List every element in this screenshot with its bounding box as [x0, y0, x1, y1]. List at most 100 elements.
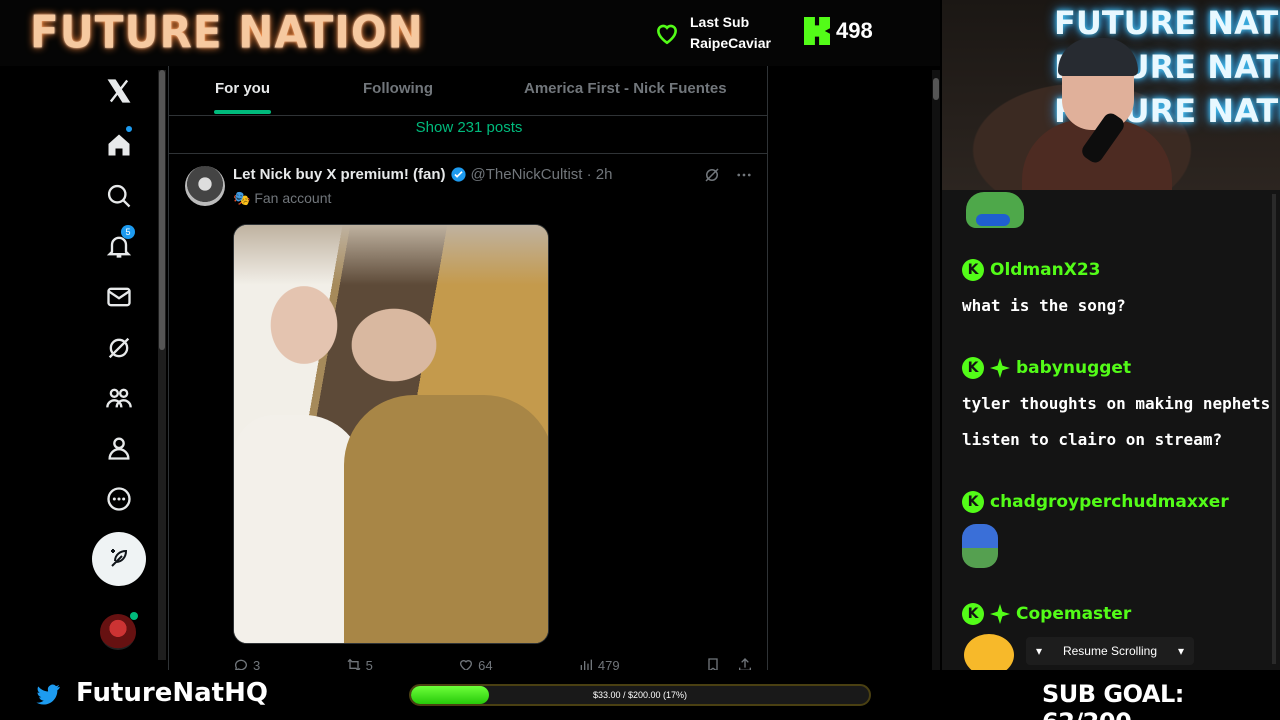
home-unread-dot	[126, 126, 132, 132]
tweet-top-actions	[703, 166, 753, 184]
notification-count-badge: 5	[121, 225, 135, 239]
tweet-video[interactable]	[233, 224, 549, 644]
more-dots-icon[interactable]	[735, 166, 753, 184]
heart-icon	[460, 660, 473, 670]
chevron-down-icon: ▾	[1036, 644, 1043, 658]
resume-scrolling-label: Resume Scrolling	[1062, 644, 1158, 658]
kick-badge-icon: K	[962, 259, 984, 281]
streamer	[1022, 38, 1172, 190]
tweet[interactable]: Let Nick buy X premium! (fan) @TheNickCu…	[169, 154, 767, 670]
nav-profile[interactable]	[90, 426, 148, 470]
last-sub-widget: Last Sub RaipeCaviar	[654, 12, 771, 54]
chat-scrollbar[interactable]	[1272, 194, 1276, 664]
follower-counter: 498	[804, 17, 873, 45]
timeline-tabs: For you Following America First - Nick F…	[169, 66, 767, 116]
repost-button[interactable]: 5	[346, 657, 373, 670]
tab-following[interactable]: Following	[363, 66, 433, 116]
sparkle-badge-icon	[990, 604, 1010, 624]
tweet-share-actions	[705, 657, 753, 670]
follower-count: 498	[836, 18, 873, 43]
donation-goal-text: $33.00 / $200.00 (17%)	[592, 690, 688, 700]
chat-username[interactable]: chadgroyperchudmaxxer	[990, 492, 1229, 512]
resume-scrolling-button[interactable]: ▾ Resume Scrolling ▾	[1026, 637, 1194, 665]
last-sub-name: RaipeCaviar	[690, 35, 771, 51]
chat-text: what is the song?	[962, 296, 1126, 315]
grok-icon	[108, 337, 130, 359]
views-chart-icon	[580, 659, 592, 670]
reply-button[interactable]: 3	[233, 657, 260, 670]
nav-explore[interactable]	[90, 174, 148, 218]
chat-text: listen to clairo on stream?	[962, 430, 1223, 449]
compose-post-button[interactable]	[92, 532, 146, 586]
timeline: For you Following America First - Nick F…	[168, 66, 768, 670]
bookmark-icon[interactable]	[705, 657, 721, 670]
tweet-stats: 3 5 64 479	[233, 657, 753, 670]
tweet-author-name[interactable]: Let Nick buy X premium! (fan)	[233, 166, 446, 183]
nav-messages[interactable]	[90, 275, 148, 319]
chat-username[interactable]: Copemaster	[1016, 604, 1131, 624]
sparkle-badge-icon	[990, 358, 1010, 378]
x-app-window: 5 For you Following America First - Nick…	[0, 66, 940, 670]
nav-home[interactable]	[90, 123, 148, 167]
tab-for-you[interactable]: For you	[215, 66, 270, 116]
search-icon	[107, 184, 131, 208]
tweet-account-label: 🎭 Fan account	[233, 190, 332, 206]
donation-goal-bar: $33.00 / $200.00 (17%)	[409, 684, 871, 706]
nav-communities[interactable]	[90, 376, 148, 420]
tweet-header: Let Nick buy X premium! (fan) @TheNickCu…	[233, 166, 612, 183]
chat-message: K OldmanX23 what is the song?	[962, 256, 1126, 324]
communities-icon	[106, 388, 132, 408]
nav-more[interactable]	[90, 477, 148, 521]
stream-bottom-bar: FutureNatHQ $33.00 / $200.00 (17%) SUB G…	[0, 670, 1280, 720]
nav-notifications[interactable]: 5	[90, 224, 148, 268]
sub-goal-text: SUB GOAL: 62/200	[1042, 680, 1184, 720]
stream-top-banner: FUTURE NATION Last Sub RaipeCaviar 498	[0, 0, 940, 66]
chat-username[interactable]: babynugget	[1016, 358, 1131, 378]
grok-icon[interactable]	[703, 166, 721, 184]
frog-emote	[966, 192, 1024, 228]
twitter-bird-icon	[36, 684, 60, 705]
verified-badge-icon	[450, 167, 466, 182]
tweet-author-avatar[interactable]	[185, 166, 225, 206]
neon-sign-line-1: FUTURE NATION	[1054, 4, 1280, 42]
reply-count: 3	[253, 657, 261, 671]
like-count: 64	[478, 657, 493, 671]
like-button[interactable]: 64	[458, 657, 493, 671]
chat-text: tyler thoughts on making nephets	[962, 394, 1271, 413]
mail-icon	[107, 287, 131, 307]
smile-emote	[964, 634, 1014, 670]
kick-badge-icon: K	[962, 603, 984, 625]
show-new-posts-button[interactable]: Show 231 posts	[169, 116, 767, 154]
reply-icon	[234, 659, 247, 670]
chat-message: K babynugget tyler thoughts on making ne…	[962, 354, 1270, 458]
chat-message: K chadgroyperchudmaxxer	[962, 488, 1229, 568]
stream-chat: K OldmanX23 what is the song? K babynugg…	[942, 190, 1280, 670]
chevron-down-icon: ▾	[1177, 644, 1184, 658]
account-avatar[interactable]	[100, 612, 138, 650]
views-button[interactable]: 479	[578, 657, 620, 670]
brand-logo-text: FUTURE NATION	[30, 6, 424, 59]
sidebar-scrollbar[interactable]	[158, 70, 166, 660]
active-tab-indicator	[214, 110, 271, 114]
x-logo-icon[interactable]	[90, 69, 148, 113]
person-icon	[108, 437, 130, 460]
share-icon[interactable]	[737, 657, 753, 670]
chat-message: K Copemaster	[962, 600, 1131, 628]
repost-icon	[347, 658, 361, 670]
more-circle-icon	[107, 487, 131, 511]
views-count: 479	[597, 657, 620, 671]
tweet-author-handle[interactable]: @TheNickCultist · 2h	[471, 166, 613, 183]
kick-badge-icon: K	[962, 491, 984, 513]
home-icon	[108, 134, 130, 156]
webcam-feed: FUTURE NATION FUTURE NATION FUTURE NATIO…	[942, 0, 1280, 190]
chat-username[interactable]: OldmanX23	[990, 260, 1101, 280]
tab-america-first[interactable]: America First - Nick Fuentes	[524, 66, 727, 116]
timeline-scrollbar[interactable]	[932, 70, 940, 670]
kick-logo-icon	[804, 17, 830, 45]
last-sub-label: Last Sub	[690, 14, 750, 30]
nav-grok[interactable]	[90, 326, 148, 370]
twitter-handle: FutureNatHQ	[76, 678, 268, 708]
heart-icon	[657, 24, 677, 45]
repost-count: 5	[365, 657, 373, 671]
pepe-emote	[962, 524, 998, 568]
